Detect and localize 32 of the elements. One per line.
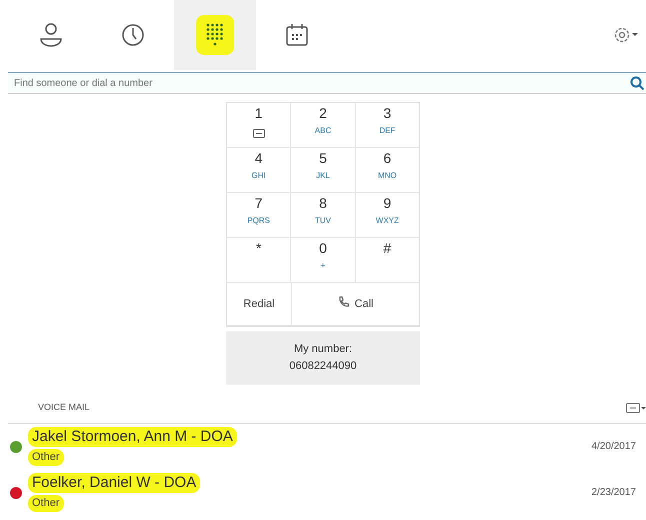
search-input[interactable]: Find someone or dial a number [8, 76, 630, 90]
voicemail-icon [252, 129, 265, 138]
dialpad-key[interactable]: 7 PQRS [227, 193, 292, 238]
calendar-icon [285, 23, 309, 47]
dialpad-key[interactable]: 4 GHI [227, 148, 292, 193]
dialpad-icon [196, 15, 234, 55]
dialpad-key[interactable]: 5 JKL [291, 148, 356, 193]
voicemail-date: 4/20/2017 [592, 440, 636, 454]
dialpad-key[interactable]: * [227, 238, 292, 283]
voicemail-date: 2/23/2017 [592, 486, 636, 500]
tab[interactable] [174, 0, 256, 70]
redial-button[interactable]: Redial [227, 283, 292, 326]
section-title: VOICE MAIL [38, 401, 90, 414]
voicemail-menu-icon[interactable] [626, 402, 646, 413]
dialpad-key[interactable]: 8 TUV [291, 193, 356, 238]
clock-icon [121, 23, 145, 47]
person-icon [39, 22, 63, 48]
contact-name: Foelker, Daniel W - DOA [28, 473, 200, 494]
dialpad-key[interactable]: 2 ABC [291, 103, 356, 148]
my-number-label: My number: [292, 342, 354, 357]
search-icon [630, 76, 644, 90]
voicemail-item[interactable]: Foelker, Daniel W - DOA Other 2/23/2017 [0, 470, 646, 516]
dialpad-key[interactable]: 0 + [291, 238, 356, 283]
dialpad-key[interactable]: 1 [227, 103, 292, 148]
contact-name: Jakel Stormoen, Ann M - DOA [28, 427, 237, 448]
my-number: 06082244090 [288, 359, 358, 374]
phone-icon [338, 296, 350, 308]
search-field[interactable]: Find someone or dial a number [8, 72, 646, 94]
voicemail-type: Other [28, 495, 64, 512]
voicemail-type: Other [28, 449, 64, 466]
gear-icon [614, 27, 638, 43]
voicemail-item[interactable]: Jakel Stormoen, Ann M - DOA Other 4/20/2017 [0, 424, 646, 470]
